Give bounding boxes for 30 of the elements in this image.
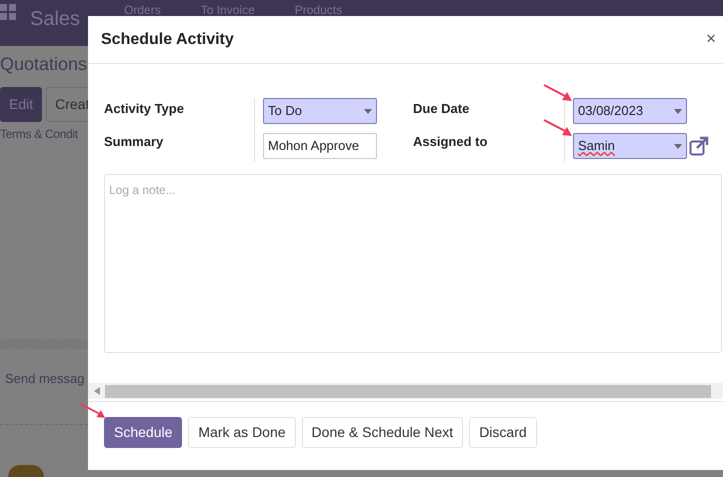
field-label: Due Date bbox=[413, 100, 470, 118]
input-field[interactable]: Mohon Approve bbox=[263, 133, 377, 159]
form-button[interactable]: Creat bbox=[46, 87, 90, 122]
dialog-button[interactable]: Mark as Done bbox=[188, 417, 296, 448]
select-field[interactable]: Samin bbox=[573, 133, 687, 159]
annotation-arrow bbox=[544, 119, 572, 136]
dialog-button[interactable]: Schedule bbox=[104, 417, 182, 448]
dialog-button[interactable]: Discard bbox=[469, 417, 537, 448]
caret-icon bbox=[674, 144, 682, 148]
chatter-link[interactable]: Send messag bbox=[5, 370, 84, 386]
scrollbar-thumb[interactable] bbox=[105, 384, 711, 398]
annotation-arrow bbox=[544, 84, 572, 101]
form-tab[interactable]: Terms & Condit bbox=[0, 127, 78, 141]
annotation-arrow bbox=[80, 403, 106, 418]
caret-icon bbox=[674, 108, 682, 114]
scroll-left-icon bbox=[94, 387, 100, 395]
external-link-icon[interactable] bbox=[690, 136, 708, 156]
app-title: Sales bbox=[30, 7, 80, 32]
field-label: Assigned to bbox=[413, 133, 488, 151]
close-button[interactable]: × bbox=[700, 26, 722, 52]
dialog-title: Schedule Activity bbox=[101, 30, 234, 50]
apps-menu-icon[interactable] bbox=[0, 4, 16, 20]
dialog-button[interactable]: Done & Schedule Next bbox=[302, 417, 464, 448]
select-field[interactable]: To Do bbox=[263, 98, 377, 124]
field-label: Activity Type bbox=[104, 100, 185, 118]
breadcrumb: Quotations bbox=[0, 53, 88, 76]
select-field[interactable]: 03/08/2023 bbox=[573, 98, 687, 124]
caret-icon bbox=[364, 108, 372, 114]
avatar bbox=[8, 465, 44, 477]
field-label: Summary bbox=[104, 133, 164, 151]
